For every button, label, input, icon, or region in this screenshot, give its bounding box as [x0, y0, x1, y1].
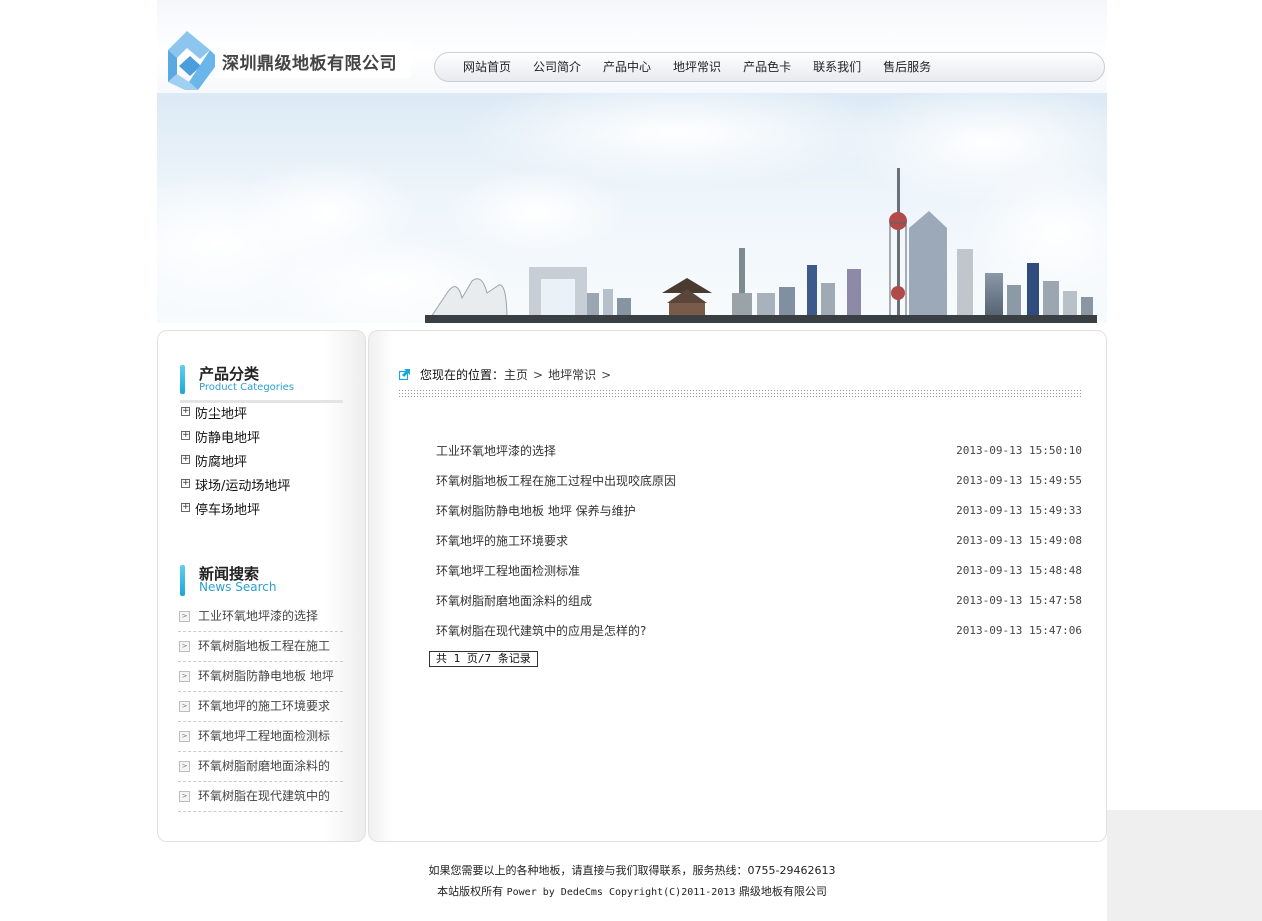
news-link[interactable]: 环氧地坪工程地面检测标	[198, 729, 330, 743]
article-date: 2013-09-13 15:49:33	[956, 504, 1082, 517]
nav-item-about[interactable]: 公司简介	[533, 53, 581, 82]
news-link[interactable]: 环氧树脂在现代建筑中的	[198, 789, 330, 803]
category-item[interactable]: + 防静电地坪	[180, 427, 290, 451]
company-name[interactable]: 深圳鼎级地板有限公司	[222, 49, 397, 74]
breadcrumb-current[interactable]: 地坪常识	[548, 368, 596, 382]
article-list: 工业环氧地坪漆的选择 2013-09-13 15:50:10 环氧树脂地板工程在施…	[436, 436, 1082, 646]
article-row: 环氧树脂在现代建筑中的应用是怎样的? 2013-09-13 15:47:06	[436, 616, 1082, 646]
article-date: 2013-09-13 15:48:48	[956, 564, 1082, 577]
breadcrumb-separator: >	[601, 368, 612, 382]
external-link-icon	[399, 369, 410, 380]
header-accent-bar	[180, 365, 185, 394]
article-date: 2013-09-13 15:47:06	[956, 624, 1082, 637]
breadcrumb-home[interactable]: 主页	[504, 368, 528, 382]
news-item[interactable]: > 环氧地坪的施工环境要求	[178, 692, 343, 722]
page-container: 深圳鼎级地板有限公司 网站首页 公司简介 产品中心 地坪常识 产品色卡 联系我们…	[157, 0, 1107, 921]
news-item[interactable]: > 环氧地坪工程地面检测标	[178, 722, 343, 752]
sidebar: 产品分类 Product Categories + 防尘地坪 + 防静电地坪 + 防腐…	[157, 330, 366, 842]
news-item[interactable]: > 环氧树脂在现代建筑中的	[178, 782, 343, 812]
nav-item-contact[interactable]: 联系我们	[813, 53, 861, 82]
article-title[interactable]: 环氧地坪的施工环境要求	[436, 526, 568, 556]
footer-rights: 本站版权所有	[437, 885, 504, 898]
news-subtitle: News Search	[199, 580, 277, 594]
article-title[interactable]: 环氧树脂防静电地板 地坪 保养与维护	[436, 496, 636, 526]
article-row: 环氧树脂地板工程在施工过程中出现咬底原因 2013-09-13 15:49:55	[436, 466, 1082, 496]
header: 深圳鼎级地板有限公司 网站首页 公司简介 产品中心 地坪常识 产品色卡 联系我们…	[157, 0, 1107, 93]
category-label: 防腐地坪	[195, 455, 248, 470]
breadcrumb: 您现在的位置：主页 > 地坪常识 >	[399, 366, 616, 383]
news-link[interactable]: 环氧树脂防静电地板 地坪	[198, 669, 334, 683]
article-title[interactable]: 工业环氧地坪漆的选择	[436, 436, 556, 466]
arrow-right-icon: >	[179, 731, 190, 742]
footer-copyright: 本站版权所有 Power by DedeCms Copyright(C)2011…	[157, 881, 1107, 903]
news-item[interactable]: > 环氧树脂地板工程在施工	[178, 632, 343, 662]
article-row: 环氧地坪工程地面检测标准 2013-09-13 15:48:48	[436, 556, 1082, 586]
footer-powered-by[interactable]: Power by DedeCms Copyright(C)2011-2013	[507, 887, 736, 898]
category-label: 球场/运动场地坪	[195, 479, 291, 494]
news-link[interactable]: 工业环氧地坪漆的选择	[198, 609, 318, 623]
category-item[interactable]: + 防腐地坪	[180, 451, 290, 475]
article-date: 2013-09-13 15:47:58	[956, 594, 1082, 607]
banner-image	[157, 93, 1107, 323]
arrow-right-icon: >	[179, 641, 190, 652]
news-link[interactable]: 环氧地坪的施工环境要求	[198, 699, 330, 713]
article-date: 2013-09-13 15:49:08	[956, 534, 1082, 547]
main-content: 您现在的位置：主页 > 地坪常识 > 工业环氧地坪漆的选择 2013-09-13 15:…	[368, 330, 1107, 842]
article-title[interactable]: 环氧树脂在现代建筑中的应用是怎样的?	[436, 616, 646, 646]
plus-icon: +	[181, 502, 190, 512]
nav-item-knowledge[interactable]: 地坪常识	[673, 53, 721, 82]
article-date: 2013-09-13 15:49:55	[956, 474, 1082, 487]
category-item[interactable]: + 停车场地坪	[180, 499, 290, 523]
categories-header: 产品分类 Product Categories	[180, 363, 343, 403]
nav-item-color-cards[interactable]: 产品色卡	[743, 53, 791, 82]
arrow-right-icon: >	[179, 761, 190, 772]
article-row: 环氧地坪的施工环境要求 2013-09-13 15:49:08	[436, 526, 1082, 556]
breadcrumb-separator: >	[533, 368, 544, 382]
news-item[interactable]: > 工业环氧地坪漆的选择	[178, 602, 343, 632]
arrow-right-icon: >	[179, 671, 190, 682]
category-item[interactable]: + 球场/运动场地坪	[180, 475, 290, 499]
category-list: + 防尘地坪 + 防静电地坪 + 防腐地坪 + 球场/运动场地坪 + 停车场地坪	[180, 403, 290, 523]
footer: 如果您需要以上的各种地板，请直接与我们取得联系，服务热线：0755-294626…	[157, 860, 1107, 903]
article-title[interactable]: 环氧树脂耐磨地面涂料的组成	[436, 586, 592, 616]
footer-contact: 如果您需要以上的各种地板，请直接与我们取得联系，服务热线：0755-294626…	[428, 864, 836, 877]
arrow-right-icon: >	[179, 701, 190, 712]
nav-item-service[interactable]: 售后服务	[883, 53, 931, 82]
category-label: 防尘地坪	[195, 407, 248, 422]
nav-item-products[interactable]: 产品中心	[603, 53, 651, 82]
article-row: 环氧树脂耐磨地面涂料的组成 2013-09-13 15:47:58	[436, 586, 1082, 616]
categories-subtitle: Product Categories	[199, 382, 295, 393]
news-list: > 工业环氧地坪漆的选择 > 环氧树脂地板工程在施工 > 环氧树脂防静电地板 地坪 >…	[178, 602, 343, 812]
categories-title: 产品分类	[199, 365, 260, 383]
pagination-info: 共 1 页/7 条记录	[429, 651, 538, 667]
header-accent-bar	[180, 565, 185, 596]
arrow-right-icon: >	[179, 791, 190, 802]
news-item[interactable]: > 环氧树脂防静电地板 地坪	[178, 662, 343, 692]
article-row: 环氧树脂防静电地板 地坪 保养与维护 2013-09-13 15:49:33	[436, 496, 1082, 526]
plus-icon: +	[181, 406, 190, 416]
nav-item-home[interactable]: 网站首页	[463, 53, 511, 82]
news-link[interactable]: 环氧树脂地板工程在施工	[198, 639, 330, 653]
news-link[interactable]: 环氧树脂耐磨地面涂料的	[198, 759, 330, 773]
arrow-right-icon: >	[179, 611, 190, 622]
article-date: 2013-09-13 15:50:10	[956, 444, 1082, 457]
breadcrumb-label: 您现在的位置：	[420, 368, 505, 382]
dotted-divider	[398, 389, 1082, 399]
footer-company: 鼎级地板有限公司	[738, 885, 827, 898]
main-nav: 网站首页 公司简介 产品中心 地坪常识 产品色卡 联系我们 售后服务	[434, 52, 1105, 82]
article-row: 工业环氧地坪漆的选择 2013-09-13 15:50:10	[436, 436, 1082, 466]
article-title[interactable]: 环氧树脂地板工程在施工过程中出现咬底原因	[436, 466, 676, 496]
skyline-illustration	[157, 93, 1107, 323]
plus-icon: +	[181, 454, 190, 464]
news-header: 新闻搜索 News Search	[180, 563, 343, 599]
category-label: 停车场地坪	[195, 503, 261, 518]
article-title[interactable]: 环氧地坪工程地面检测标准	[436, 556, 580, 586]
category-item[interactable]: + 防尘地坪	[180, 403, 290, 427]
category-label: 防静电地坪	[195, 431, 261, 446]
plus-icon: +	[181, 430, 190, 440]
page-side-block	[1107, 810, 1262, 921]
news-item[interactable]: > 环氧树脂耐磨地面涂料的	[178, 752, 343, 782]
plus-icon: +	[181, 478, 190, 488]
